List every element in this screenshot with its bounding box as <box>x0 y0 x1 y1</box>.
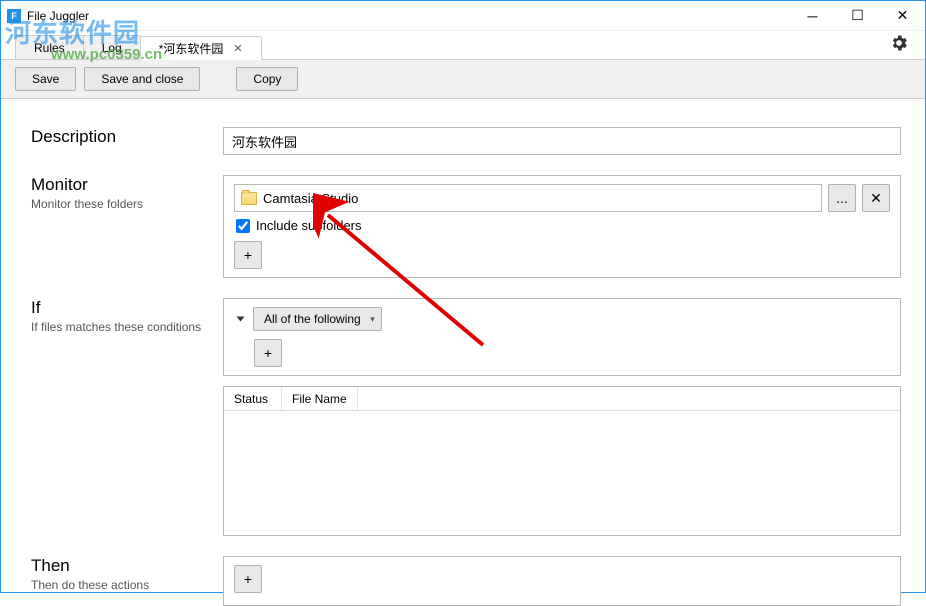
include-subfolders-label: Include subfolders <box>256 218 362 233</box>
condition-select[interactable]: All of the following <box>253 307 382 331</box>
save-and-close-button[interactable]: Save and close <box>84 67 200 91</box>
maximize-button[interactable]: ☐ <box>835 1 880 30</box>
tab-log[interactable]: Log <box>83 35 141 59</box>
tab-row: Rules Log *河东软件园 ✕ <box>1 31 925 59</box>
add-folder-button[interactable]: + <box>234 241 262 269</box>
conditions-table: Status File Name <box>223 386 901 536</box>
column-status[interactable]: Status <box>224 387 282 410</box>
monitor-heading: Monitor <box>31 175 223 195</box>
browse-button[interactable]: ... <box>828 184 856 212</box>
folder-icon <box>241 192 257 205</box>
settings-button[interactable] <box>889 33 909 58</box>
include-subfolders-checkbox[interactable] <box>236 219 250 233</box>
app-icon: F <box>7 9 21 23</box>
then-subheading: Then do these actions <box>31 578 223 592</box>
remove-folder-button[interactable]: ✕ <box>862 184 890 212</box>
add-condition-button[interactable]: + <box>254 339 282 367</box>
include-subfolders-row[interactable]: Include subfolders <box>234 218 890 233</box>
monitor-panel: Camtasia Studio ... ✕ Include subfolders… <box>223 175 901 278</box>
add-action-button[interactable]: + <box>234 565 262 593</box>
if-heading: If <box>31 298 223 318</box>
save-button[interactable]: Save <box>15 67 76 91</box>
titlebar: F File Juggler ─ ☐ ✕ <box>1 1 925 31</box>
description-heading: Description <box>31 127 223 147</box>
table-header: Status File Name <box>224 387 900 411</box>
monitor-subheading: Monitor these folders <box>31 197 223 211</box>
window-controls: ─ ☐ ✕ <box>790 1 925 30</box>
section-monitor: Monitor Monitor these folders Camtasia S… <box>31 175 911 278</box>
close-icon[interactable]: ✕ <box>233 42 242 55</box>
folder-row: Camtasia Studio ... ✕ <box>234 184 890 212</box>
tab-current-rule[interactable]: *河东软件园 ✕ <box>140 36 262 60</box>
condition-row: All of the following <box>234 307 890 331</box>
if-panel: All of the following + <box>223 298 901 376</box>
if-subheading: If files matches these conditions <box>31 320 223 334</box>
close-button[interactable]: ✕ <box>880 1 925 30</box>
folder-path-input[interactable]: Camtasia Studio <box>234 184 822 212</box>
copy-button[interactable]: Copy <box>236 67 298 91</box>
section-description: Description <box>31 127 911 155</box>
toolbar: Save Save and close Copy <box>1 59 925 99</box>
then-heading: Then <box>31 556 223 576</box>
section-then: Then Then do these actions + <box>31 556 911 606</box>
description-input[interactable] <box>223 127 901 155</box>
content: Description Monitor Monitor these folder… <box>1 99 925 606</box>
window-title: File Juggler <box>27 9 790 23</box>
gear-icon <box>889 33 909 53</box>
tab-rules[interactable]: Rules <box>15 35 84 59</box>
column-filename[interactable]: File Name <box>282 387 358 410</box>
minimize-button[interactable]: ─ <box>790 1 835 30</box>
section-if: If If files matches these conditions All… <box>31 298 911 536</box>
expand-icon[interactable] <box>237 317 245 322</box>
then-panel: + <box>223 556 901 606</box>
